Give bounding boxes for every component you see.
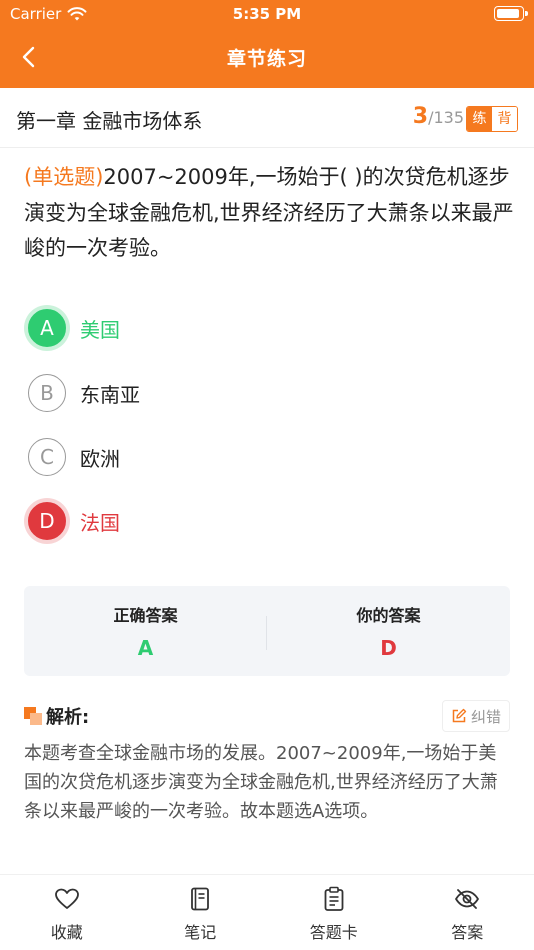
tab-answer-sheet[interactable]: 答题卡 — [267, 875, 401, 950]
option-letter: C — [28, 438, 66, 476]
option-letter: A — [28, 309, 66, 347]
heart-icon — [54, 888, 79, 909]
correct-answer-value: A — [137, 636, 154, 660]
your-answer-label: 你的答案 — [356, 606, 421, 625]
tab-answer-sheet-label: 答题卡 — [309, 923, 358, 942]
report-error-button[interactable]: 纠错 — [441, 700, 510, 732]
analysis-squares-icon — [24, 707, 42, 725]
your-answer-value: D — [380, 636, 397, 660]
option-text: 东南亚 — [80, 382, 140, 407]
nav-bar: 章节练习 — [0, 30, 534, 88]
report-error-label: 纠错 — [470, 707, 501, 726]
chapter-title: 第一章 金融市场体系 — [16, 109, 203, 133]
tab-show-answer-label: 答案 — [451, 923, 484, 942]
analysis-text: 本题考查全球金融市场的发展。2007~2009年,一场始于美国的次贷危机逐步演变… — [24, 743, 498, 822]
status-bar: Carrier 5:35 PM — [0, 0, 534, 30]
clipboard-icon — [324, 886, 344, 911]
total-question-count: 135 — [433, 108, 464, 127]
correct-answer-label: 正确答案 — [113, 606, 178, 625]
chapter-row: 第一章 金融市场体系 3/135 练 背 — [0, 88, 534, 148]
question-stem: (单选题)2007~2009年,一场始于( )的次贷危机逐步演变为全球金融危机,… — [24, 160, 518, 267]
option-text: 欧洲 — [80, 446, 120, 471]
option-d[interactable]: D 法国 — [28, 501, 488, 541]
tab-favorite[interactable]: 收藏 — [0, 875, 134, 950]
question-type-label: (单选题) — [24, 165, 104, 189]
answer-summary: 正确答案 A 你的答案 D — [24, 586, 510, 676]
battery-icon — [494, 6, 528, 21]
option-letter: B — [28, 374, 66, 412]
tab-notes[interactable]: 笔记 — [134, 875, 268, 950]
correct-answer-column: 正确答案 A — [24, 602, 267, 660]
recite-mode-button[interactable]: 背 — [492, 107, 517, 131]
eye-off-icon — [455, 889, 480, 909]
page-title: 章节练习 — [226, 48, 307, 70]
tab-favorite-label: 收藏 — [50, 923, 83, 942]
option-text: 法国 — [80, 510, 120, 535]
analysis-header: 解析: 纠错 — [24, 700, 510, 732]
option-a[interactable]: A 美国 — [28, 308, 488, 348]
option-b[interactable]: B 东南亚 — [28, 373, 488, 413]
bottom-tab-bar: 收藏 笔记 答题卡 答案 — [0, 874, 534, 950]
option-letter: D — [28, 502, 66, 540]
your-answer-column: 你的答案 D — [267, 602, 510, 660]
question-progress: 3/135 — [413, 104, 464, 129]
option-c[interactable]: C 欧洲 — [28, 437, 488, 477]
status-time: 5:35 PM — [232, 5, 302, 23]
option-text: 美国 — [80, 317, 120, 342]
tab-show-answer[interactable]: 答案 — [401, 875, 534, 950]
current-question-number: 3 — [412, 104, 429, 129]
mode-toggle: 练 背 — [466, 106, 518, 132]
practice-mode-button[interactable]: 练 — [467, 107, 492, 131]
analysis-title: 解析: — [46, 707, 90, 728]
tab-notes-label: 笔记 — [184, 923, 217, 942]
app-header: Carrier 5:35 PM 章节练习 — [0, 0, 534, 88]
edit-icon — [452, 708, 467, 723]
notebook-icon — [191, 887, 210, 911]
